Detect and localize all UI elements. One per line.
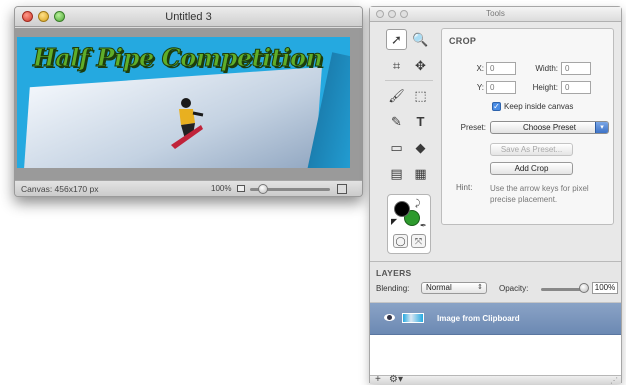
eraser-icon: ✎ [391,113,402,129]
crop-inspector: CROP X: 0 Width: 0 Y: 0 Height: 0 ✓ Keep… [441,28,614,225]
color-well: ⤸ ◤ ✒ ◯ ⤧ [387,194,431,254]
rectangle-tool-button[interactable]: ▭ [386,137,407,158]
preset-label: Preset: [460,123,486,132]
circle-icon: ◯ [395,235,406,246]
default-colors-icon[interactable]: ◤ [391,217,397,226]
canvas-size-label: Canvas: 456x170 px [21,184,99,194]
preset-select-value: Choose Preset [523,123,576,132]
tools-titlebar[interactable]: Tools [370,7,621,22]
gradient-icon: ▦ [414,165,427,181]
paint-bucket-icon: ◆ [415,139,426,155]
shape-tool-button[interactable]: ▤ [386,163,407,184]
foreground-color-swatch[interactable] [394,201,410,217]
canvas-area[interactable]: Half Pipe Competition [15,28,362,180]
swap-colors-icon[interactable]: ⤸ [415,198,420,209]
move-arrow-icon: ➚ [391,31,402,47]
preset-select[interactable]: Choose Preset ▾ [490,121,609,134]
updown-arrows-icon: ⇕ [477,284,483,291]
tools-panel: Tools ➚ 🔍 ⌗ ✥ 🖌 ⬚ ✎ T ▭ ◆ ▤ ▦ ⤸ ◤ ✒ ◯ ⤧ … [369,6,622,385]
document-window: Untitled 3 Half Pipe Competition Canvas:… [14,6,363,197]
save-as-preset-button[interactable]: Save As Preset... [490,143,573,156]
gradient-tool-button[interactable]: ▦ [410,163,431,184]
keep-inside-canvas-checkbox[interactable]: ✓ [492,102,501,111]
eyedropper-icon[interactable]: ✒ [420,221,427,230]
opacity-field[interactable]: 100% [592,282,618,294]
paint-bucket-tool-button[interactable]: ◆ [410,137,431,158]
zoom-tool-button[interactable]: 🔍 [410,29,431,50]
document-title: Untitled 3 [165,11,212,23]
crop-heading: CROP [449,36,477,46]
blending-select-value: Normal [426,283,452,292]
layer-thumbnail [402,313,424,323]
opacity-slider[interactable] [541,288,584,291]
layer-list: Image from Clipboard [370,302,621,375]
x-label: X: [476,64,484,73]
document-statusbar: Canvas: 456x170 px 100% [15,180,362,196]
crop-tool-button[interactable]: ⌗ [386,55,407,76]
rectangle-icon: ▭ [390,139,403,155]
marquee-icon: ⬚ [414,87,427,103]
zoom-out-icon[interactable] [237,185,245,192]
hint-text: Use the arrow keys for pixel precise pla… [490,184,589,204]
opacity-slider-knob[interactable] [579,283,589,293]
tools-title: Tools [486,9,505,18]
layer-name: Image from Clipboard [437,314,520,323]
blending-label: Blending: [376,284,410,293]
chevron-down-icon: ▾ [595,122,608,133]
zoom-slider-knob[interactable] [258,184,268,194]
height-label: Height: [532,83,558,92]
shape-icon: ▤ [390,165,403,181]
tool-separator [385,80,433,81]
zoom-in-icon[interactable] [337,184,347,194]
quick-mask-button[interactable]: ◯ [393,234,408,248]
resize-grip-icon[interactable]: ⋰ [610,376,618,385]
y-label: Y: [476,83,484,92]
text-tool-button[interactable]: T [410,111,431,132]
document-titlebar[interactable]: Untitled 3 [15,7,362,27]
keep-inside-canvas-label: Keep inside canvas [504,102,574,111]
add-layer-button[interactable]: + [375,374,381,385]
snowboarder-figure [171,98,204,149]
width-field[interactable]: 0 [561,62,591,75]
height-field[interactable]: 0 [561,81,591,94]
magnifier-icon: 🔍 [412,31,429,47]
move-tool-button[interactable]: ➚ [386,29,407,50]
zoom-level-label: 100% [211,184,232,193]
layers-heading: LAYERS [376,268,412,278]
expand-icon: ⤧ [414,235,423,246]
blending-select[interactable]: Normal ⇕ [421,282,487,294]
x-field[interactable]: 0 [486,62,516,75]
crop-icon: ⌗ [392,57,401,73]
gear-icon[interactable]: ⚙▾ [389,374,403,385]
hand-tool-button[interactable]: ✥ [410,55,431,76]
eraser-tool-button[interactable]: ✎ [386,111,407,132]
layer-row[interactable]: Image from Clipboard [370,303,621,335]
selection-tool-button[interactable]: ⬚ [410,85,431,106]
width-label: Width: [535,64,558,73]
layers-section: LAYERS Blending: Normal ⇕ Opacity: 100% … [370,261,621,385]
fit-screen-button[interactable]: ⤧ [411,234,426,248]
canvas-image[interactable]: Half Pipe Competition [17,37,350,168]
brush-tool-button[interactable]: 🖌 [386,85,407,106]
brush-icon: 🖌 [388,87,405,103]
move-cross-icon: ✥ [415,57,426,73]
text-icon: T [416,114,425,129]
hint-label: Hint: [456,183,473,192]
add-crop-button[interactable]: Add Crop [490,162,573,175]
eye-icon[interactable] [384,314,395,321]
opacity-label: Opacity: [499,284,529,293]
canvas-headline: Half Pipe Competition [33,43,324,73]
y-field[interactable]: 0 [486,81,516,94]
